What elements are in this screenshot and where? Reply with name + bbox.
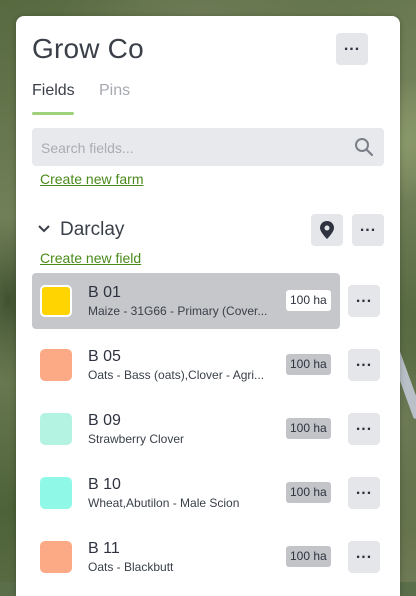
field-more-button-b01[interactable]: ... [348,285,380,317]
field-name: B 10 [88,476,121,493]
field-row-b10[interactable]: B 10 Wheat,Abutilon - Male Scion 100 ha [32,465,340,521]
field-more-button-b05[interactable]: ... [348,349,380,381]
field-name: B 01 [88,284,121,301]
field-row-b11[interactable]: B 11 Oats - Blackbutt 100 ha [32,529,340,585]
search-icon[interactable] [354,137,374,157]
field-description: Wheat,Abutilon - Male Scion [88,496,240,510]
more-icon: ... [355,353,373,370]
side-panel: Grow Co ... Fields Pins Create new farm … [16,16,400,596]
field-description: Maize - 31G66 - Primary (Cover... [88,304,268,318]
field-name: B 11 [88,540,120,557]
farm-more-button[interactable]: ... [352,214,384,246]
create-farm-link[interactable]: Create new farm [40,171,143,187]
search-input[interactable] [32,128,353,168]
field-more-button-b10[interactable]: ... [348,477,380,509]
field-description: Oats - Blackbutt [88,560,174,574]
farm-pin-button[interactable] [311,214,343,246]
tab-fields[interactable]: Fields [32,82,75,100]
more-icon: ... [359,218,377,235]
field-color-swatch [40,349,72,381]
more-icon: ... [355,481,373,498]
more-icon: ... [355,545,373,562]
search-box [32,128,384,168]
more-icon: ... [355,289,373,306]
create-field-link[interactable]: Create new field [40,250,141,266]
field-row-b09[interactable]: B 09 Strawberry Clover 100 ha [32,401,340,457]
field-description: Oats - Bass (oats),Clover - Agri... [88,368,265,382]
field-color-swatch [40,541,72,573]
field-color-swatch [40,285,72,317]
field-row-b01[interactable]: B 01 Maize - 31G66 - Primary (Cover... 1… [32,273,340,329]
field-name: B 05 [88,348,121,365]
field-area-badge: 100 ha [286,546,331,567]
more-icon: ... [355,417,373,434]
active-tab-indicator [32,112,74,115]
tab-pins[interactable]: Pins [99,82,130,100]
header-more-button[interactable]: ... [336,33,368,65]
field-name: B 09 [88,412,121,429]
field-color-swatch [40,477,72,509]
field-more-button-b11[interactable]: ... [348,541,380,573]
more-icon: ... [343,37,361,54]
chevron-down-icon[interactable] [38,224,50,234]
field-area-badge: 100 ha [286,354,331,375]
field-area-badge: 100 ha [286,290,331,311]
page-title: Grow Co [32,33,144,64]
farm-name[interactable]: Darclay [60,219,124,241]
field-color-swatch [40,413,72,445]
location-pin-icon [320,221,334,239]
field-description: Strawberry Clover [88,432,185,446]
field-row-b05[interactable]: B 05 Oats - Bass (oats),Clover - Agri...… [32,337,340,393]
field-more-button-b09[interactable]: ... [348,413,380,445]
field-area-badge: 100 ha [286,418,331,439]
field-area-badge: 100 ha [286,482,331,503]
